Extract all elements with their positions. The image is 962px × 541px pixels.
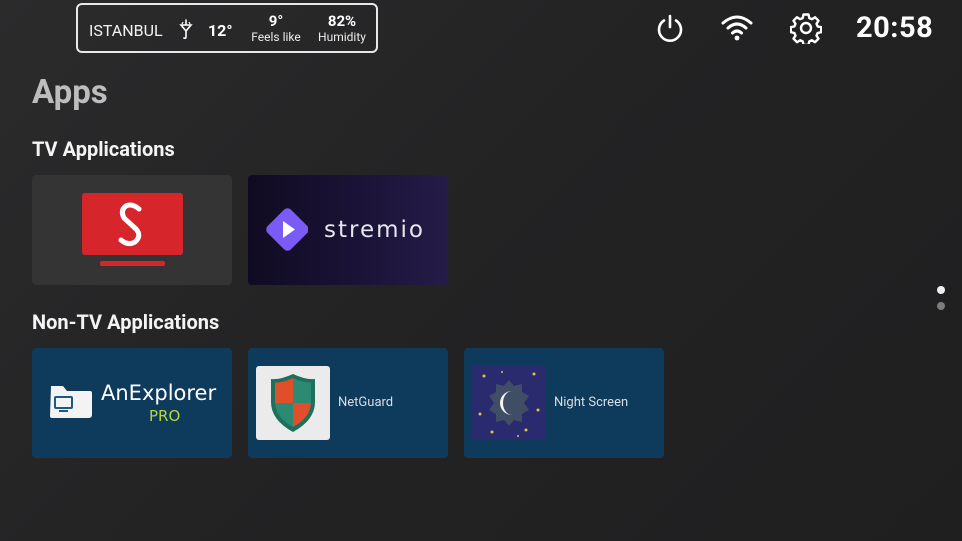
weather-temperature: 12° [208, 21, 233, 40]
page-indicator-dot-active[interactable] [937, 286, 945, 294]
section-title-non-tv: Non-TV Applications [32, 310, 220, 334]
night-screen-icon-box [472, 366, 546, 440]
feels-like-stat: 9° Feels like [246, 12, 306, 45]
app-tile-anexplorer[interactable]: AnExplorer PRO [32, 348, 232, 458]
stremio-logo-icon [266, 208, 308, 251]
app-tile-stremio[interactable]: stremio [248, 175, 448, 285]
anexplorer-wordmark: AnExplorer [101, 381, 217, 405]
feels-like-value: 9° [268, 12, 284, 30]
app-tile-netguard[interactable]: NetGuard [248, 348, 448, 458]
app-tile-night-screen[interactable]: Night Screen [464, 348, 664, 458]
night-screen-label: Night Screen [554, 395, 629, 410]
moon-icon [478, 371, 540, 437]
stremio-wordmark: stremio [324, 217, 425, 243]
gear-icon[interactable] [790, 12, 822, 44]
netguard-label: NetGuard [338, 395, 394, 410]
app-tile-s-tv[interactable] [32, 175, 232, 285]
shield-icon [271, 374, 315, 432]
section-title-tv: TV Applications [32, 137, 175, 161]
power-icon[interactable] [654, 12, 686, 44]
netguard-icon-box [256, 366, 330, 440]
rain-umbrella-icon [179, 19, 193, 39]
anexplorer-pro-label: PRO [149, 407, 181, 425]
clock: 20:58 [856, 11, 934, 45]
humidity-stat: 82% Humidity [315, 12, 369, 45]
page-title: Apps [32, 73, 108, 112]
folder-tv-icon [50, 386, 92, 418]
humidity-value: 82% [327, 12, 357, 30]
weather-widget[interactable]: ISTANBUL 12° 9° Feels like 82% Humidity [76, 3, 378, 53]
s-tv-icon [82, 193, 183, 266]
feels-like-label: Feels like [251, 30, 301, 44]
humidity-label: Humidity [318, 30, 366, 44]
weather-city: ISTANBUL [89, 21, 163, 40]
page-indicator-dot[interactable] [937, 302, 945, 310]
wifi-icon[interactable] [721, 12, 753, 44]
